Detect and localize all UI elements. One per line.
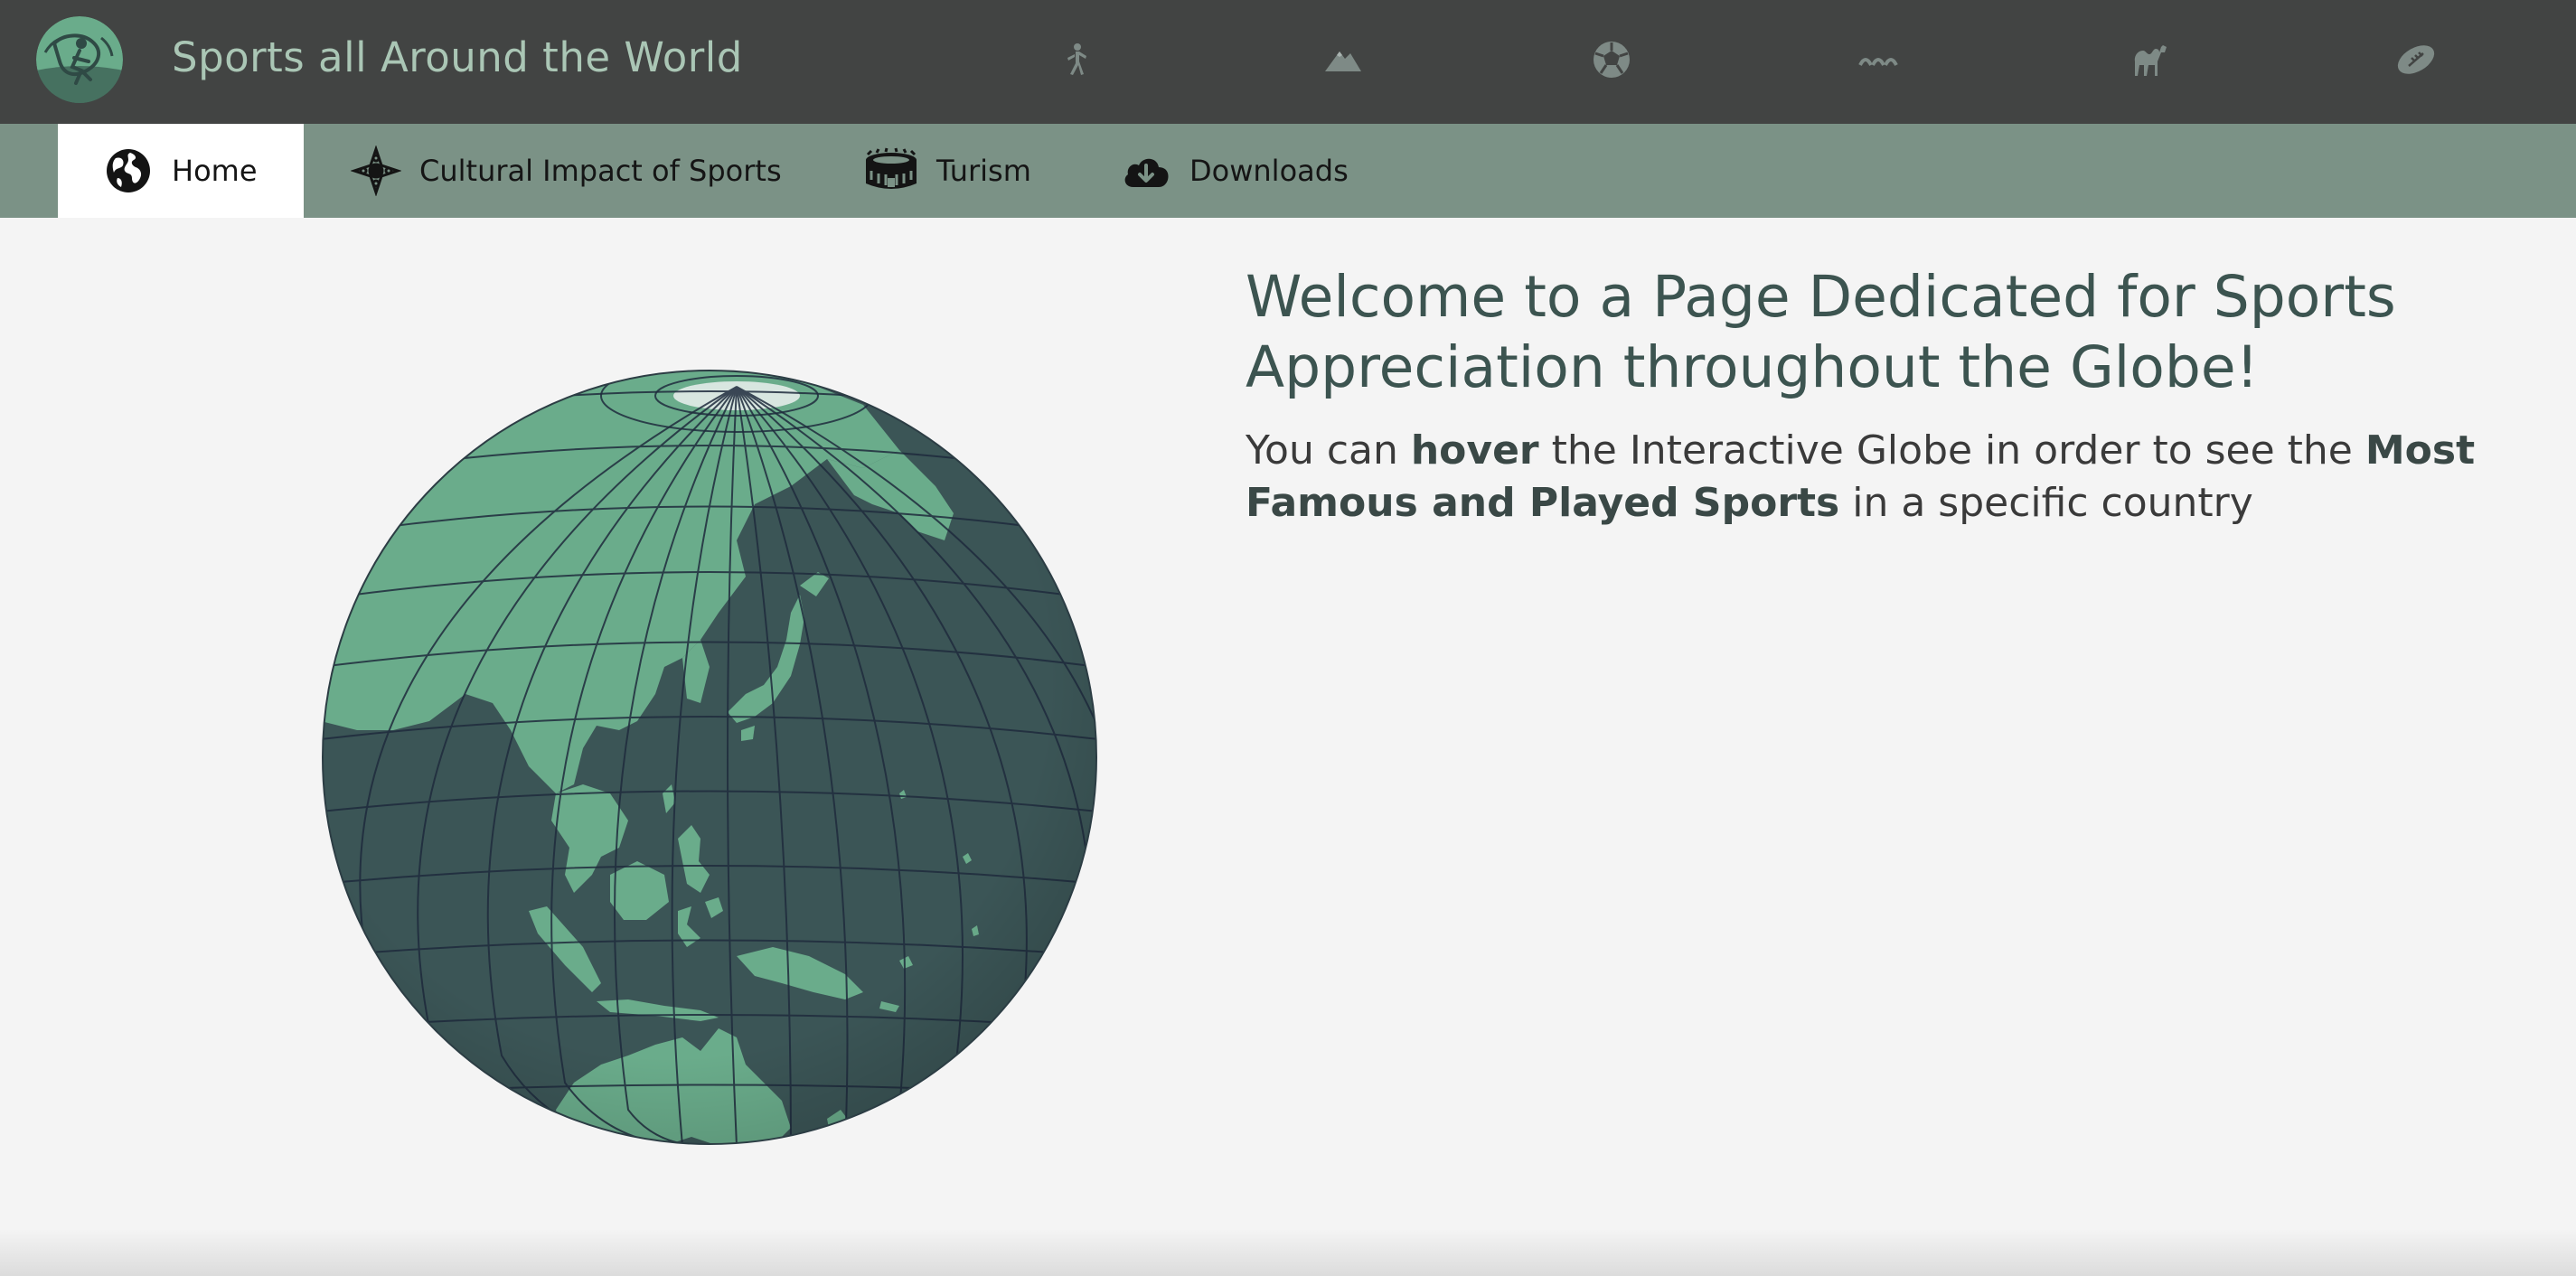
site-title: Sports all Around the World <box>172 33 743 81</box>
tab-downloads[interactable]: Downloads <box>1121 124 1349 218</box>
tab-cultural-impact-label: Cultural Impact of Sports <box>419 154 782 188</box>
intro-text-part2: the Interactive Globe in order to see th… <box>1538 427 2365 474</box>
tab-turism[interactable]: Turism <box>864 124 1031 218</box>
site-logo-icon[interactable] <box>36 16 123 103</box>
globe-icon <box>103 145 154 196</box>
intro-text: You can hover the Interactive Globe in o… <box>1246 425 2538 530</box>
american-football-icon[interactable] <box>2391 34 2441 85</box>
intro-text-part1: You can <box>1246 427 1411 474</box>
interactive-globe[interactable] <box>321 369 1098 1146</box>
intro-text-hover: hover <box>1410 427 1539 474</box>
tab-turism-label: Turism <box>936 154 1031 188</box>
main-navigation: Home Cultural Impact of Sports Turism Do… <box>0 124 2576 218</box>
cloud-download-icon <box>1121 145 1171 196</box>
tab-downloads-label: Downloads <box>1189 154 1349 188</box>
page-heading: Welcome to a Page Dedicated for Sports A… <box>1246 264 2396 400</box>
intro-text-part3: in a specific country <box>1839 480 2253 526</box>
soccer-ball-icon[interactable] <box>1586 34 1637 85</box>
mountain-icon[interactable] <box>1318 34 1368 85</box>
stadium-icon <box>864 145 918 196</box>
waves-icon[interactable] <box>1855 34 1905 85</box>
compass-ornament-icon <box>351 145 401 196</box>
top-header: Sports all Around the World <box>0 0 2576 124</box>
athletics-icon[interactable] <box>1050 34 1101 85</box>
tab-home-label: Home <box>172 154 258 188</box>
bottom-edge-shadow <box>0 1229 2576 1276</box>
tab-cultural-impact[interactable]: Cultural Impact of Sports <box>351 124 782 218</box>
tab-home[interactable]: Home <box>58 124 304 218</box>
camel-icon[interactable] <box>2123 34 2174 85</box>
globe-map[interactable] <box>321 369 1098 1146</box>
